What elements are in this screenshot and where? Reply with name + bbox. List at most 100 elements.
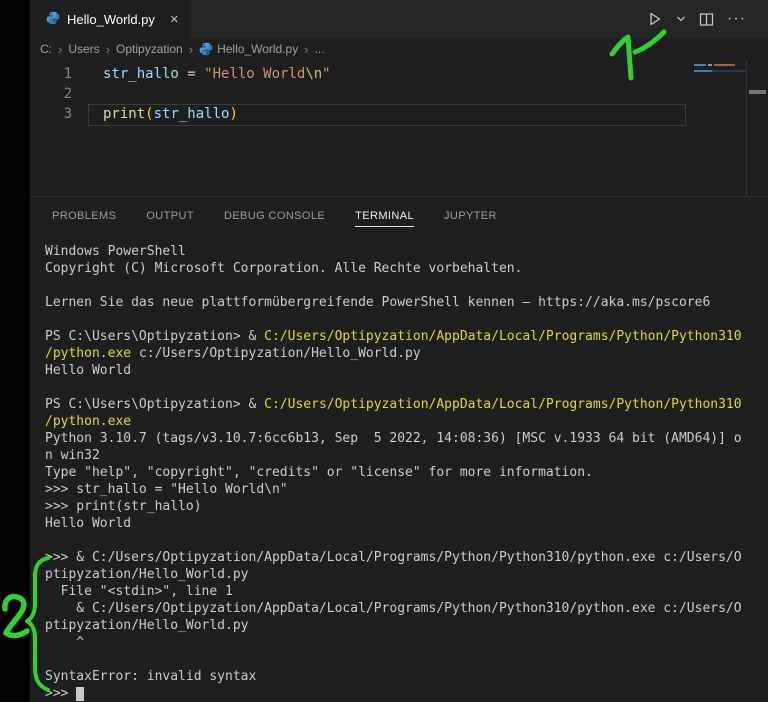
terminal-line: File "<stdin>", line 1 <box>45 583 768 600</box>
code-token: ( <box>145 106 154 122</box>
terminal-text: & C:/Users/Optipyzation/AppData/Local/Pr… <box>45 601 742 616</box>
terminal-text: >>> & C:/Users/Optipyzation/AppData/Loca… <box>45 550 742 565</box>
python-file-icon <box>199 42 213 56</box>
terminal-cursor <box>76 686 85 701</box>
breadcrumb-separator-icon: › <box>188 41 194 57</box>
breadcrumb-label: C: <box>40 42 52 56</box>
panel-tab-jupyter[interactable]: JUPYTER <box>444 206 497 226</box>
terminal-line: /python.exe <box>45 413 768 430</box>
breadcrumb-separator-icon: › <box>304 41 309 57</box>
terminal-text: Copyright (C) Microsoft Corporation. All… <box>45 261 523 276</box>
terminal-text: >>> <box>45 686 77 701</box>
terminal-line: >>> print(str_hallo) <box>45 498 768 515</box>
breadcrumb-item[interactable]: Hello_World.py <box>199 42 298 56</box>
terminal-text: n win32 <box>45 448 100 463</box>
terminal-text: ptipyzation/Hello_World.py <box>45 618 249 633</box>
terminal-text: ptipyzation/Hello_World.py <box>45 567 249 582</box>
breadcrumb-separator-icon: › <box>58 41 63 57</box>
code-line[interactable]: 2 <box>30 84 768 104</box>
vscode-window: Hello_World.py × ··· C: › Users › Optipyzati… <box>0 0 768 702</box>
python-file-icon <box>46 11 60 28</box>
terminal-text-command: /python.exe <box>45 346 132 361</box>
tab-hello-world-py[interactable]: Hello_World.py × <box>30 0 191 38</box>
terminal-text: Type "help", "copyright", "credits" or "… <box>45 465 593 480</box>
terminal-line: PS C:\Users\Optipyzation> & C:/Users/Opt… <box>45 396 768 413</box>
bottom-panel: PROBLEMS OUTPUT DEBUG CONSOLE TERMINAL JUPYT… <box>30 196 768 702</box>
breadcrumb-separator-icon: › <box>105 41 111 57</box>
code-editor[interactable]: 1 str_hallo = "Hello World\n" 2 3 print(str_… <box>30 60 768 196</box>
breadcrumb-item[interactable]: Optipyzation <box>116 42 183 56</box>
breadcrumb-label: Optipyzation <box>116 42 183 56</box>
panel-tab-debug-console[interactable]: DEBUG CONSOLE <box>224 206 325 226</box>
editor-group: Hello_World.py × ··· C: › Users › Optipyzati… <box>30 0 768 702</box>
code-token: ) <box>229 106 238 122</box>
window-left-edge <box>0 0 30 702</box>
terminal-line: >>> str_hallo = "Hello World\n" <box>45 481 768 498</box>
split-editor-button[interactable] <box>699 12 714 27</box>
terminal-line: PS C:\Users\Optipyzation> & C:/Users/Opt… <box>45 328 768 345</box>
tab-close-icon[interactable]: × <box>170 11 179 28</box>
breadcrumb-item[interactable]: Users <box>68 42 99 56</box>
editor-actions: ··· <box>647 0 746 38</box>
panel-tab-terminal[interactable]: TERMINAL <box>355 206 414 227</box>
terminal-line: /python.exe c:/Users/Optipyzation/Hello_… <box>45 345 768 362</box>
terminal-line: Lernen Sie das neue plattformübergreifen… <box>45 294 768 311</box>
tab-label: Hello_World.py <box>67 11 155 27</box>
code-token: str_hallo <box>153 106 230 122</box>
terminal-text: PS C:\Users\Optipyzation> & <box>45 329 265 344</box>
terminal-line: n win32 <box>45 447 768 464</box>
breadcrumb-item[interactable]: C: <box>40 42 52 56</box>
panel-tab-problems[interactable]: PROBLEMS <box>52 206 116 226</box>
terminal-line: & C:/Users/Optipyzation/AppData/Local/Pr… <box>45 600 768 617</box>
panel-tab-bar: PROBLEMS OUTPUT DEBUG CONSOLE TERMINAL JUPYT… <box>30 197 768 235</box>
terminal-text: c:/Users/Optipyzation/Hello_World.py <box>131 346 421 361</box>
terminal-text: Hello World <box>45 516 132 531</box>
breadcrumb-label: Users <box>68 42 100 56</box>
line-number: 2 <box>63 86 72 102</box>
terminal-text-command: C:/Users/Optipyzation/AppData/Local/Prog… <box>264 397 742 412</box>
terminal-text-command: C:/Users/Optipyzation/AppData/Local/Prog… <box>264 329 742 344</box>
code-text: print(str_hallo) <box>103 106 238 122</box>
code-text: str_hallo = "Hello World\n" <box>103 66 331 82</box>
terminal-text: Hello World <box>45 363 132 378</box>
more-actions-button[interactable]: ··· <box>727 10 746 28</box>
minimap-line-3 <box>694 70 746 72</box>
terminal-line: SyntaxError: invalid syntax <box>45 668 768 685</box>
code-line-current[interactable]: 3 print(str_hallo) <box>30 104 768 126</box>
terminal[interactable]: Windows PowerShell Copyright (C) Microsof… <box>30 235 768 702</box>
code-line[interactable]: 1 str_hallo = "Hello World\n" <box>30 64 768 84</box>
terminal-line: Windows PowerShell <box>45 243 768 260</box>
code-token: " <box>322 66 331 82</box>
breadcrumb-item[interactable]: ... <box>315 42 325 56</box>
terminal-line: Type "help", "copyright", "credits" or "… <box>45 464 768 481</box>
terminal-line: >>> <box>45 685 768 702</box>
terminal-text: File "<stdin>", line 1 <box>45 584 233 599</box>
terminal-text: PS C:\Users\Optipyzation> & <box>45 397 265 412</box>
terminal-text: Windows PowerShell <box>45 244 186 259</box>
terminal-line: ptipyzation/Hello_World.py <box>45 617 768 634</box>
terminal-line: Hello World <box>45 515 768 532</box>
terminal-text-command: /python.exe <box>45 414 132 429</box>
code-token: print <box>103 106 146 122</box>
run-dropdown-chevron-icon[interactable] <box>676 14 686 24</box>
terminal-line: Copyright (C) Microsoft Corporation. All… <box>45 260 768 277</box>
overview-ruler-cursor-marker <box>749 90 766 94</box>
terminal-text: ^ <box>45 635 85 650</box>
terminal-line: Python 3.10.7 (tags/v3.10.7:6cc6b13, Sep… <box>45 430 768 447</box>
breadcrumb: C: › Users › Optipyzation › Hello_World.py ›... <box>30 38 768 60</box>
panel-tab-output[interactable]: OUTPUT <box>146 206 194 226</box>
line-number: 1 <box>63 66 72 82</box>
terminal-text: >>> print(str_hallo) <box>45 499 202 514</box>
run-button[interactable] <box>647 11 663 27</box>
terminal-line: Hello World <box>45 362 768 379</box>
code-token: str_hallo <box>103 66 179 82</box>
minimap-border <box>746 60 747 196</box>
terminal-text: Lernen Sie das neue plattformübergreifen… <box>45 295 711 310</box>
terminal-line: ptipyzation/Hello_World.py <box>45 566 768 583</box>
code-lines: 1 str_hallo = "Hello World\n" 2 3 print(str_… <box>30 60 768 126</box>
minimap[interactable] <box>688 60 768 196</box>
